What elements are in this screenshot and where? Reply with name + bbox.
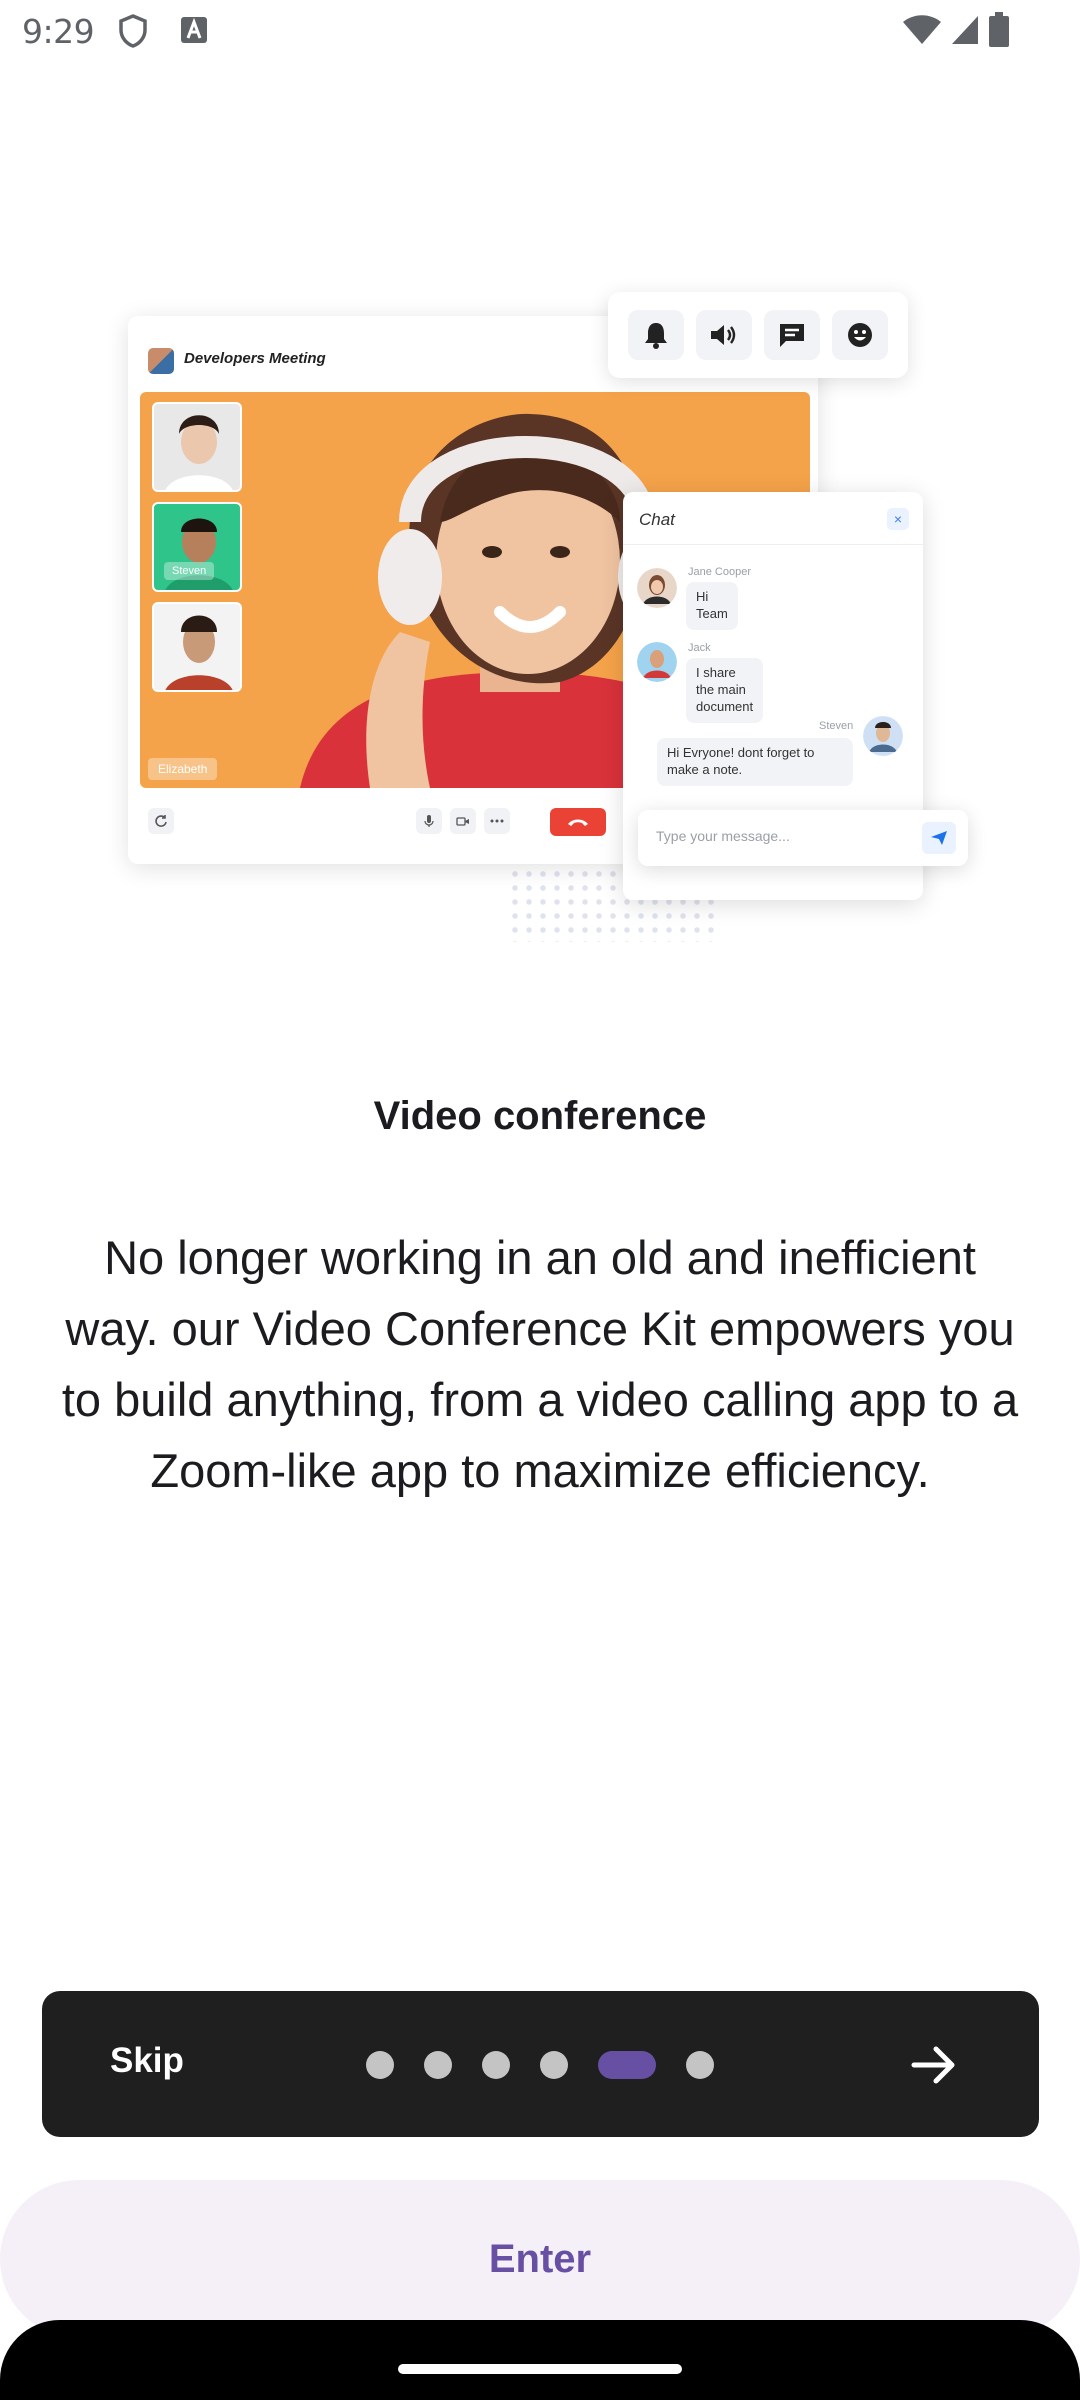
message-text: Hi Evryone! dont forget to make a note. xyxy=(657,738,853,786)
status-time: 9:29 xyxy=(22,12,95,51)
message-icon xyxy=(764,310,820,360)
avatar xyxy=(637,642,677,682)
font-a-icon xyxy=(180,16,208,49)
participant-thumbnail xyxy=(152,602,242,692)
skip-button[interactable]: Skip xyxy=(110,2041,184,2081)
main-participant-name: Elizabeth xyxy=(148,758,218,780)
status-bar: 9:29 xyxy=(0,0,1080,64)
close-icon: × xyxy=(887,508,909,530)
speaker-icon xyxy=(696,310,752,360)
message-text: Hi Team xyxy=(686,582,738,630)
participant-thumbnail xyxy=(152,402,242,492)
end-call-icon xyxy=(550,808,606,836)
participant-thumbnail: Steven xyxy=(152,502,242,592)
chat-title: Chat xyxy=(639,510,675,529)
message-author: Jane Cooper xyxy=(688,566,751,578)
page-dot[interactable] xyxy=(366,2051,394,2079)
send-icon xyxy=(922,822,956,854)
thumbnail-name: Steven xyxy=(164,562,215,580)
more-icon xyxy=(484,808,510,834)
chat-message-input: Type your message... xyxy=(638,810,968,866)
onboarding-illustration: Developers Meeting Steven Elizabeth Chat… xyxy=(128,292,978,952)
onboarding-nav-bar: Skip xyxy=(42,1991,1039,2137)
gesture-navigation-area xyxy=(0,2320,1080,2400)
page-dot[interactable] xyxy=(686,2051,714,2079)
page-dot-active[interactable] xyxy=(598,2051,656,2079)
message-author: Steven xyxy=(819,720,854,732)
arrow-right-icon xyxy=(911,2046,955,2084)
avatar xyxy=(637,568,677,608)
refresh-icon xyxy=(148,808,174,834)
chat-divider xyxy=(623,544,923,545)
meeting-title: Developers Meeting xyxy=(184,350,326,367)
onboarding-title: Video conference xyxy=(373,1094,707,1138)
camera-icon xyxy=(450,808,476,834)
shield-icon xyxy=(118,14,148,53)
next-button[interactable] xyxy=(904,2035,964,2095)
wifi-icon xyxy=(902,14,942,51)
home-indicator[interactable] xyxy=(398,2364,682,2374)
onboarding-description: No longer working in an old and ineffici… xyxy=(61,1231,1019,1497)
message-text: I share the main document xyxy=(686,658,764,723)
chat-input-placeholder: Type your message... xyxy=(656,828,790,844)
avatar xyxy=(863,716,903,756)
notification-bell-icon xyxy=(628,310,684,360)
message-author: Jack xyxy=(688,642,711,654)
enter-button[interactable]: Enter xyxy=(0,2180,1080,2338)
page-indicator xyxy=(366,2051,714,2079)
microphone-icon xyxy=(416,808,442,834)
page-dot[interactable] xyxy=(424,2051,452,2079)
meeting-toolbar xyxy=(608,292,908,378)
page-dot[interactable] xyxy=(482,2051,510,2079)
emoji-icon xyxy=(832,310,888,360)
signal-icon xyxy=(950,14,980,51)
meeting-logo xyxy=(148,348,174,374)
battery-icon xyxy=(988,12,1010,53)
page-dot[interactable] xyxy=(540,2051,568,2079)
